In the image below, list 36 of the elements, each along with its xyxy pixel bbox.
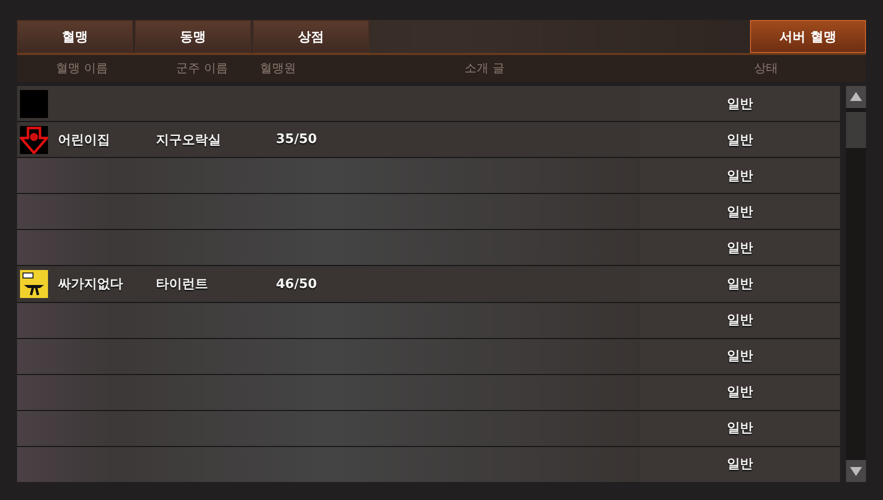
leader-name: 지구오락실 <box>156 132 222 149</box>
scroll-thumb[interactable] <box>846 112 866 148</box>
column-header: 혈맹원 <box>259 60 297 77</box>
clan-name: 어린이집 <box>58 132 111 149</box>
status-text: 일반 <box>727 384 753 402</box>
status-text: 일반 <box>727 240 753 257</box>
leader-name: 타이런트 <box>156 276 209 294</box>
status-text: 일반 <box>727 96 753 113</box>
clan-emblem-icon <box>20 126 48 154</box>
member-count: 46/50 <box>276 276 318 292</box>
table-row[interactable]: 일반 <box>17 86 840 122</box>
scroll-up-icon[interactable] <box>846 86 866 108</box>
scrollbar[interactable] <box>846 86 866 482</box>
status-text: 일반 <box>727 420 753 438</box>
clan-emblem-icon <box>20 270 48 298</box>
status-text: 일반 <box>727 276 753 294</box>
status-text: 일반 <box>727 132 753 149</box>
table-row[interactable]: 싸가지없다 타이런트 46/50 일반 <box>17 266 840 302</box>
scroll-down-icon[interactable] <box>846 460 866 482</box>
tab[interactable]: 동맹 <box>135 20 251 53</box>
member-count: 35/50 <box>276 132 318 148</box>
status-text: 일반 <box>727 204 753 221</box>
column-header: 혈맹 이름 <box>55 60 109 77</box>
tab[interactable]: 서버 혈맹 <box>750 20 866 53</box>
column-header: 군주 이름 <box>175 60 229 77</box>
tab[interactable]: 혈맹 <box>17 20 133 53</box>
table-row[interactable]: 어린이집 지구오락실 35/50 일반 <box>17 122 840 158</box>
status-text: 일반 <box>727 168 753 185</box>
column-header: 소개 글 <box>464 60 506 77</box>
clan-emblem-icon <box>20 90 48 118</box>
clan-name: 싸가지없다 <box>58 276 124 294</box>
status-text: 일반 <box>727 348 753 366</box>
status-text: 일반 <box>727 312 753 330</box>
column-header: 상태 <box>753 60 779 77</box>
tab[interactable]: 상점 <box>253 20 369 53</box>
status-text: 일반 <box>727 456 753 474</box>
